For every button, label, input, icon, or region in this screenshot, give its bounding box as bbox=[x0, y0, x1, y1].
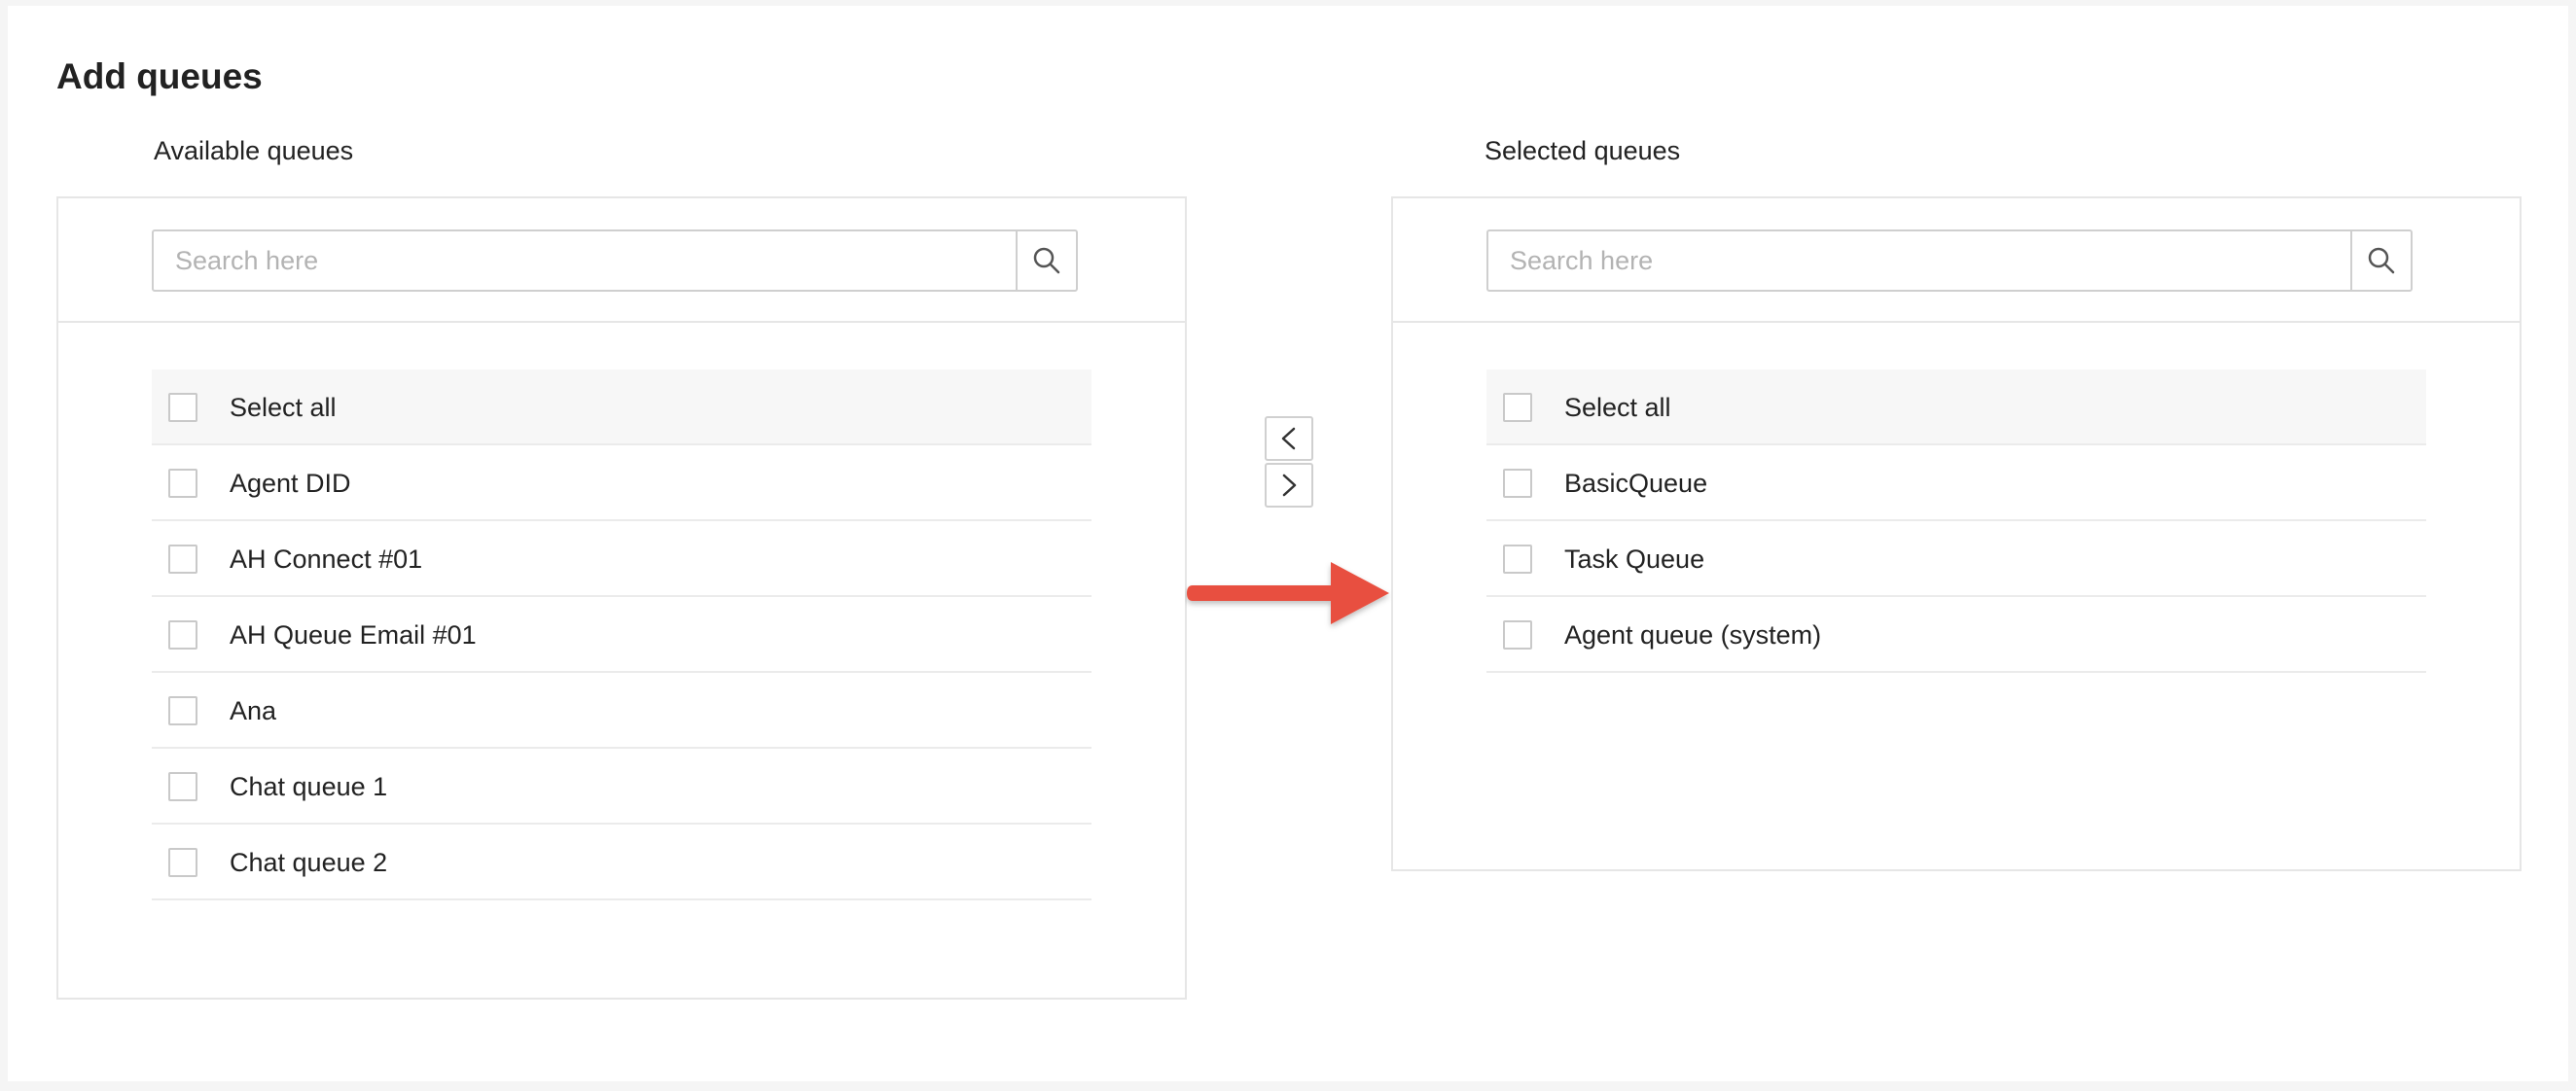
page-title: Add queues bbox=[56, 56, 263, 96]
available-search-box bbox=[152, 229, 1078, 292]
list-item[interactable]: Agent queue (system) bbox=[1486, 597, 2426, 673]
list-item[interactable]: Chat queue 1 bbox=[152, 749, 1091, 825]
list-item-checkbox[interactable] bbox=[1503, 469, 1532, 498]
list-item-label: AH Queue Email #01 bbox=[230, 620, 477, 650]
available-queues-list: Select all Agent DID AH Connect #01 AH Q… bbox=[152, 370, 1091, 900]
list-item[interactable]: Agent DID bbox=[152, 445, 1091, 521]
available-queues-label: Available queues bbox=[154, 136, 354, 165]
list-item-checkbox[interactable] bbox=[168, 848, 197, 877]
list-item-checkbox[interactable] bbox=[1503, 545, 1532, 574]
list-item-checkbox[interactable] bbox=[168, 696, 197, 725]
list-item-checkbox[interactable] bbox=[168, 469, 197, 498]
annotation-arrow-icon bbox=[1187, 562, 1389, 624]
list-item-label: Ana bbox=[230, 696, 277, 725]
select-all-label: Select all bbox=[230, 393, 337, 422]
selected-search-button[interactable] bbox=[2350, 231, 2411, 290]
list-item-checkbox[interactable] bbox=[168, 545, 197, 574]
selected-queues-list: Select all BasicQueue Task Queue Agent q… bbox=[1486, 370, 2426, 673]
selected-search-bar bbox=[1393, 198, 2520, 323]
list-item[interactable]: Task Queue bbox=[1486, 521, 2426, 597]
selected-queues-label: Selected queues bbox=[1485, 136, 1681, 165]
move-left-button[interactable] bbox=[1265, 416, 1313, 461]
list-item-label: AH Connect #01 bbox=[230, 545, 423, 574]
search-icon bbox=[2368, 247, 2395, 274]
selected-search-input[interactable] bbox=[1488, 231, 2350, 290]
list-item[interactable]: AH Queue Email #01 bbox=[152, 597, 1091, 673]
move-right-button[interactable] bbox=[1265, 463, 1313, 508]
chevron-right-icon bbox=[1282, 474, 1297, 497]
select-all-label: Select all bbox=[1564, 393, 1671, 422]
available-queues-panel: Select all Agent DID AH Connect #01 AH Q… bbox=[56, 196, 1187, 1000]
chevron-left-icon bbox=[1281, 427, 1296, 450]
list-item-label: Chat queue 1 bbox=[230, 772, 388, 801]
selected-search-box bbox=[1486, 229, 2413, 292]
available-select-all-row[interactable]: Select all bbox=[152, 370, 1091, 445]
list-item-checkbox[interactable] bbox=[1503, 620, 1532, 650]
selected-select-all-checkbox[interactable] bbox=[1503, 393, 1532, 422]
list-item-checkbox[interactable] bbox=[168, 772, 197, 801]
list-item[interactable]: Chat queue 2 bbox=[152, 825, 1091, 900]
list-item-label: Chat queue 2 bbox=[230, 848, 388, 877]
list-item-label: Agent queue (system) bbox=[1564, 620, 1822, 650]
list-item[interactable]: BasicQueue bbox=[1486, 445, 2426, 521]
add-queues-page: Add queues Available queues Selected que… bbox=[8, 6, 2568, 1081]
list-item[interactable]: AH Connect #01 bbox=[152, 521, 1091, 597]
available-search-bar bbox=[58, 198, 1185, 323]
list-item-label: BasicQueue bbox=[1564, 469, 1708, 498]
list-item-label: Agent DID bbox=[230, 469, 351, 498]
available-select-all-checkbox[interactable] bbox=[168, 393, 197, 422]
list-item-label: Task Queue bbox=[1564, 545, 1705, 574]
selected-select-all-row[interactable]: Select all bbox=[1486, 370, 2426, 445]
search-icon bbox=[1033, 247, 1060, 274]
selected-queues-panel: Select all BasicQueue Task Queue Agent q… bbox=[1391, 196, 2522, 871]
list-item-checkbox[interactable] bbox=[168, 620, 197, 650]
available-search-button[interactable] bbox=[1016, 231, 1076, 290]
list-item[interactable]: Ana bbox=[152, 673, 1091, 749]
available-search-input[interactable] bbox=[154, 231, 1016, 290]
